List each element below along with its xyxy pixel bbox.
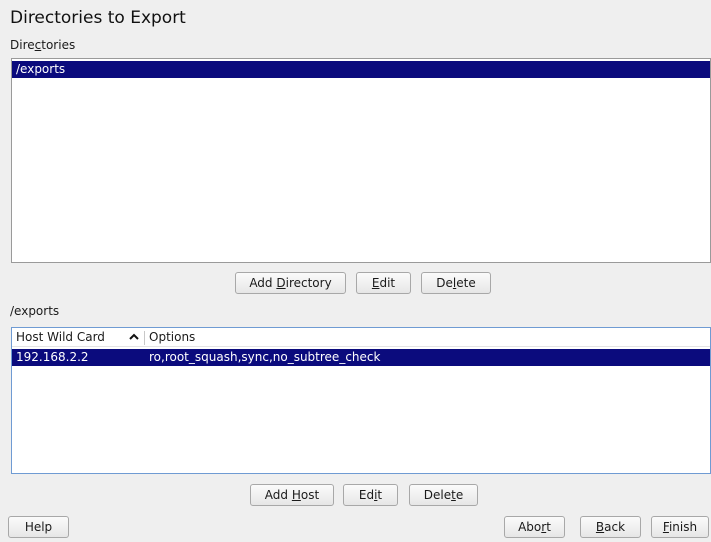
back-button[interactable]: Back (580, 516, 641, 538)
edit-directory-button[interactable]: Edit (356, 272, 411, 294)
abort-button[interactable]: Abort (504, 516, 565, 538)
delete-directory-button[interactable]: Delete (421, 272, 491, 294)
add-host-button[interactable]: Add Host (250, 484, 334, 506)
column-separator[interactable] (144, 331, 145, 345)
chevron-up-icon (129, 331, 139, 346)
hosts-table[interactable]: Host Wild Card Options 192.168.2.2 ro,ro… (11, 327, 711, 474)
directories-label: Directories (10, 38, 76, 52)
help-button[interactable]: Help (8, 516, 69, 538)
page-title: Directories to Export (10, 8, 186, 28)
table-header: Host Wild Card Options (12, 328, 710, 347)
edit-host-button[interactable]: Edit (343, 484, 398, 506)
hosts-label: /exports (10, 304, 60, 318)
finish-button[interactable]: Finish (651, 516, 709, 538)
table-row[interactable]: 192.168.2.2 ro,root_squash,sync,no_subtr… (12, 349, 710, 366)
column-header-options[interactable]: Options (149, 330, 195, 344)
column-header-host[interactable]: Host Wild Card (16, 330, 105, 344)
add-directory-button[interactable]: Add Directory (235, 272, 346, 294)
delete-host-button[interactable]: Delete (409, 484, 478, 506)
list-item[interactable]: /exports (12, 61, 710, 78)
directories-list[interactable]: /exports (11, 58, 711, 263)
